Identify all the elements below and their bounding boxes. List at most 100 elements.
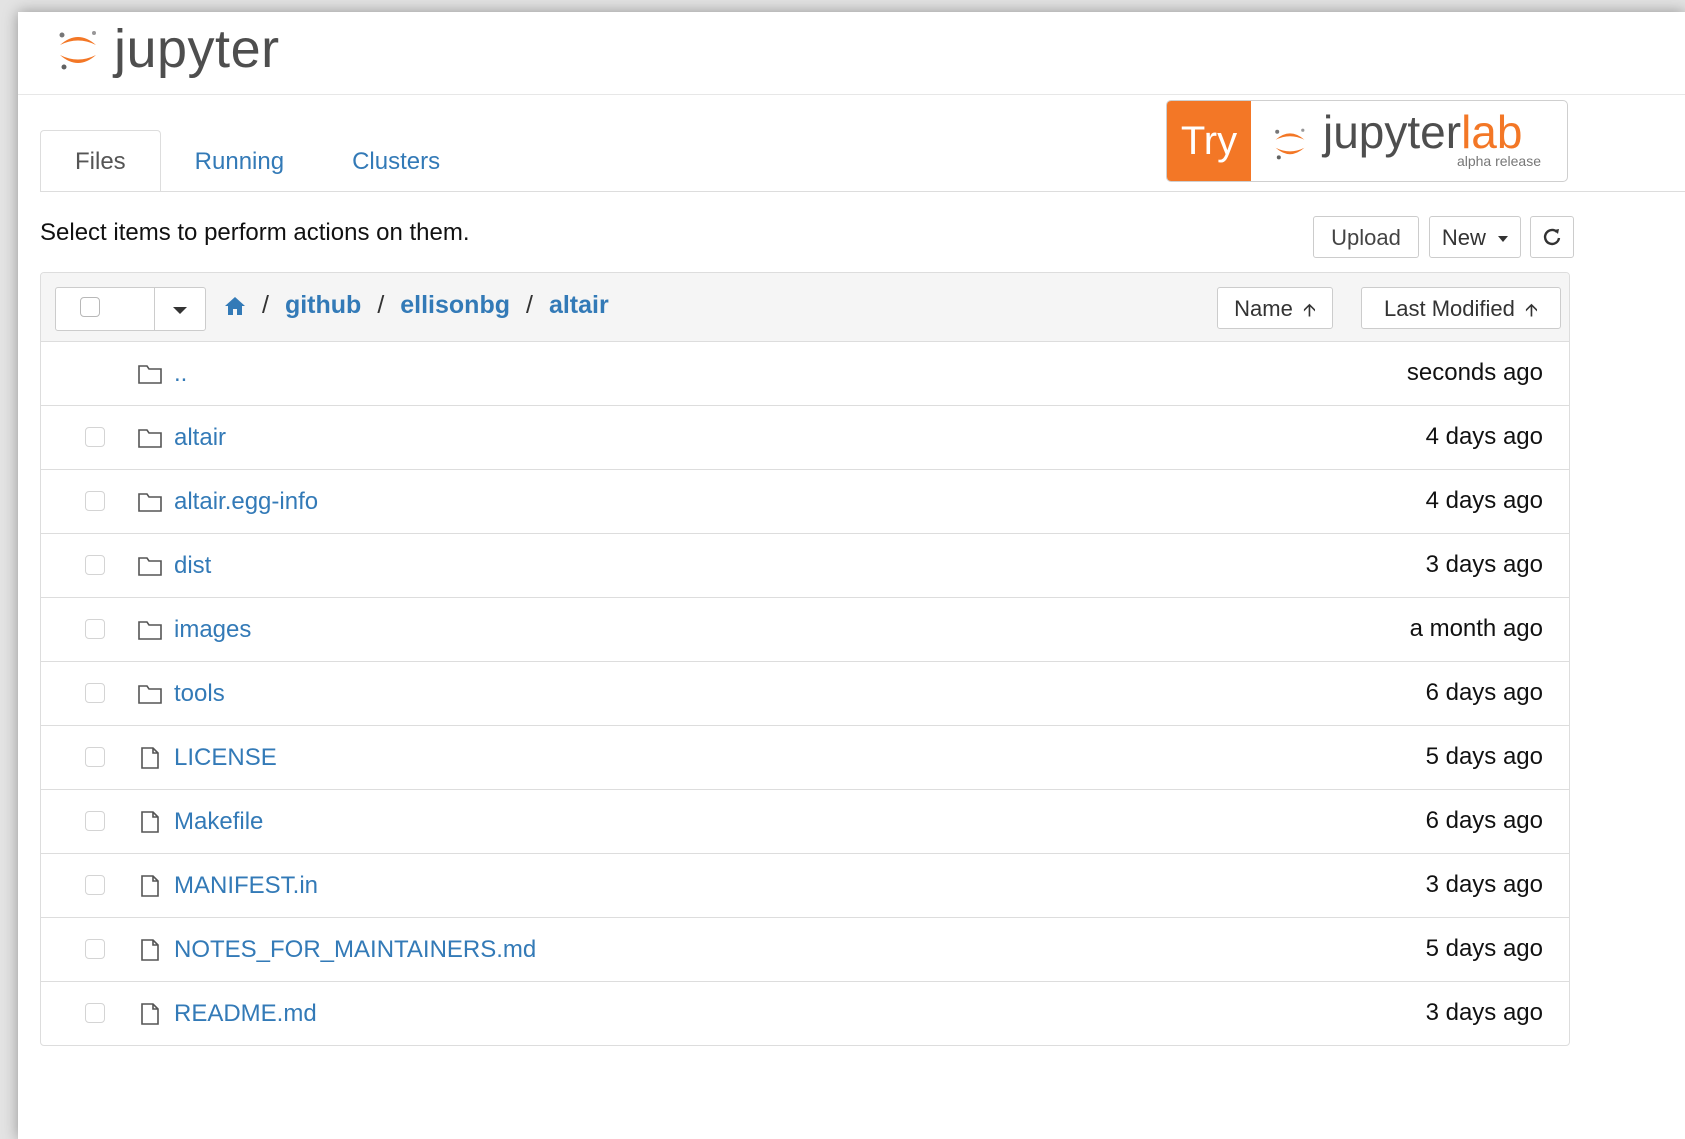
file-row[interactable]: MANIFEST.in 3 days ago bbox=[41, 854, 1569, 918]
row-checkbox[interactable] bbox=[85, 427, 105, 447]
file-icon bbox=[137, 810, 163, 834]
jupyter-logo[interactable]: jupyter bbox=[56, 18, 280, 80]
breadcrumb-ellisonbg[interactable]: ellisonbg bbox=[400, 291, 510, 320]
sort-by-modified-button[interactable]: Last Modified 🡩 bbox=[1361, 287, 1561, 329]
file-name-link[interactable]: altair.egg-info bbox=[174, 488, 318, 516]
file-modified: 4 days ago bbox=[1425, 423, 1543, 450]
file-list-header: / github / ellisonbg / altair Name 🡩 Las… bbox=[41, 273, 1569, 342]
header: jupyter bbox=[18, 12, 1685, 95]
sort-name-label: Name bbox=[1234, 296, 1293, 321]
file-name-link[interactable]: README.md bbox=[174, 1000, 317, 1028]
folder-icon bbox=[137, 490, 163, 514]
arrow-up-icon: 🡩 bbox=[1302, 300, 1316, 320]
file-name-link[interactable]: NOTES_FOR_MAINTAINERS.md bbox=[174, 936, 536, 964]
file-name-link[interactable]: MANIFEST.in bbox=[174, 872, 318, 900]
file-name-link[interactable]: altair bbox=[174, 424, 226, 452]
breadcrumb-separator: / bbox=[262, 291, 269, 319]
file-list: / github / ellisonbg / altair Name 🡩 Las… bbox=[40, 272, 1570, 1046]
select-all-box[interactable] bbox=[56, 288, 155, 330]
file-modified: 3 days ago bbox=[1425, 551, 1543, 578]
row-checkbox[interactable] bbox=[85, 747, 105, 767]
row-checkbox[interactable] bbox=[85, 1003, 105, 1023]
sort-by-name-button[interactable]: Name 🡩 bbox=[1217, 287, 1333, 329]
folder-icon bbox=[137, 362, 163, 386]
file-row[interactable]: altair 4 days ago bbox=[41, 406, 1569, 470]
alpha-release-label: alpha release bbox=[1456, 153, 1541, 169]
logo-text: jupyter bbox=[114, 19, 280, 79]
caret-down-icon bbox=[173, 307, 187, 314]
file-modified: 5 days ago bbox=[1425, 935, 1543, 962]
refresh-icon bbox=[1543, 228, 1561, 246]
sort-modified-label: Last Modified bbox=[1384, 296, 1515, 321]
file-row[interactable]: .. seconds ago bbox=[41, 342, 1569, 406]
try-label: Try bbox=[1167, 101, 1251, 181]
breadcrumb-github[interactable]: github bbox=[285, 291, 361, 320]
upload-button[interactable]: Upload bbox=[1313, 216, 1419, 258]
select-all-group bbox=[55, 287, 206, 331]
file-row[interactable]: images a month ago bbox=[41, 598, 1569, 662]
refresh-button[interactable] bbox=[1530, 216, 1574, 258]
notebook-dashboard: jupyter Files Running Clusters Try jupyt… bbox=[18, 12, 1685, 1139]
tab-bar: Files Running Clusters bbox=[40, 130, 474, 192]
file-name-link[interactable]: dist bbox=[174, 552, 211, 580]
file-modified: 3 days ago bbox=[1425, 871, 1543, 898]
tab-divider bbox=[40, 191, 1685, 192]
row-checkbox[interactable] bbox=[85, 939, 105, 959]
file-name-link[interactable]: images bbox=[174, 616, 251, 644]
tab-files[interactable]: Files bbox=[40, 130, 161, 192]
breadcrumb-altair[interactable]: altair bbox=[549, 291, 609, 320]
file-row[interactable]: dist 3 days ago bbox=[41, 534, 1569, 598]
file-modified: 6 days ago bbox=[1425, 679, 1543, 706]
folder-icon bbox=[137, 426, 163, 450]
file-row[interactable]: README.md 3 days ago bbox=[41, 982, 1569, 1045]
try-jupyterlab-banner[interactable]: Try jupyterlab alpha release bbox=[1166, 100, 1568, 182]
file-icon bbox=[137, 746, 163, 770]
row-checkbox[interactable] bbox=[85, 555, 105, 575]
arrow-up-icon: 🡩 bbox=[1525, 300, 1538, 320]
new-button-label: New bbox=[1441, 225, 1486, 250]
home-icon[interactable] bbox=[224, 296, 246, 316]
new-dropdown-button[interactable]: New bbox=[1429, 216, 1521, 258]
jupyter-word: jupyter bbox=[1323, 106, 1462, 158]
jupyterlab-logo-icon bbox=[1275, 128, 1305, 160]
file-row[interactable]: Makefile 6 days ago bbox=[41, 790, 1569, 854]
breadcrumb-separator: / bbox=[377, 291, 385, 319]
file-modified: 3 days ago bbox=[1425, 999, 1543, 1026]
lab-word: lab bbox=[1461, 106, 1523, 158]
folder-icon bbox=[137, 618, 163, 642]
file-icon bbox=[137, 874, 163, 898]
tab-clusters[interactable]: Clusters bbox=[318, 131, 474, 191]
selection-hint: Select items to perform actions on them. bbox=[40, 219, 470, 246]
file-name-link[interactable]: tools bbox=[174, 680, 225, 708]
file-modified: 4 days ago bbox=[1425, 487, 1543, 514]
row-checkbox[interactable] bbox=[85, 875, 105, 895]
folder-icon bbox=[137, 554, 163, 578]
file-row[interactable]: tools 6 days ago bbox=[41, 662, 1569, 726]
jupyterlab-logo: jupyterlab alpha release bbox=[1251, 101, 1567, 181]
caret-down-icon bbox=[1498, 236, 1509, 243]
file-name-link[interactable]: LICENSE bbox=[174, 744, 277, 772]
tab-running[interactable]: Running bbox=[161, 131, 318, 191]
file-row[interactable]: altair.egg-info 4 days ago bbox=[41, 470, 1569, 534]
file-icon bbox=[137, 938, 163, 962]
row-checkbox[interactable] bbox=[85, 619, 105, 639]
file-row[interactable]: LICENSE 5 days ago bbox=[41, 726, 1569, 790]
jupyter-logo-icon bbox=[59, 31, 96, 70]
row-checkbox[interactable] bbox=[85, 491, 105, 511]
file-name-link[interactable]: Makefile bbox=[174, 808, 263, 836]
folder-icon bbox=[137, 682, 163, 706]
breadcrumb-separator: / bbox=[526, 291, 533, 319]
breadcrumb: / github / ellisonbg / altair bbox=[224, 291, 609, 320]
file-rows: .. seconds ago altair 4 days ago altair.egg-… bbox=[41, 342, 1569, 1045]
file-icon bbox=[137, 1002, 163, 1026]
select-all-checkbox[interactable] bbox=[80, 297, 100, 317]
file-modified: 6 days ago bbox=[1425, 807, 1543, 834]
file-name-link[interactable]: .. bbox=[174, 360, 187, 388]
row-checkbox[interactable] bbox=[85, 811, 105, 831]
row-checkbox[interactable] bbox=[85, 683, 105, 703]
select-dropdown-button[interactable] bbox=[155, 288, 205, 330]
file-modified: a month ago bbox=[1409, 615, 1543, 642]
file-row[interactable]: NOTES_FOR_MAINTAINERS.md 5 days ago bbox=[41, 918, 1569, 982]
file-modified: seconds ago bbox=[1406, 359, 1543, 386]
jupyterlab-wordmark: jupyterlab bbox=[1323, 105, 1522, 159]
